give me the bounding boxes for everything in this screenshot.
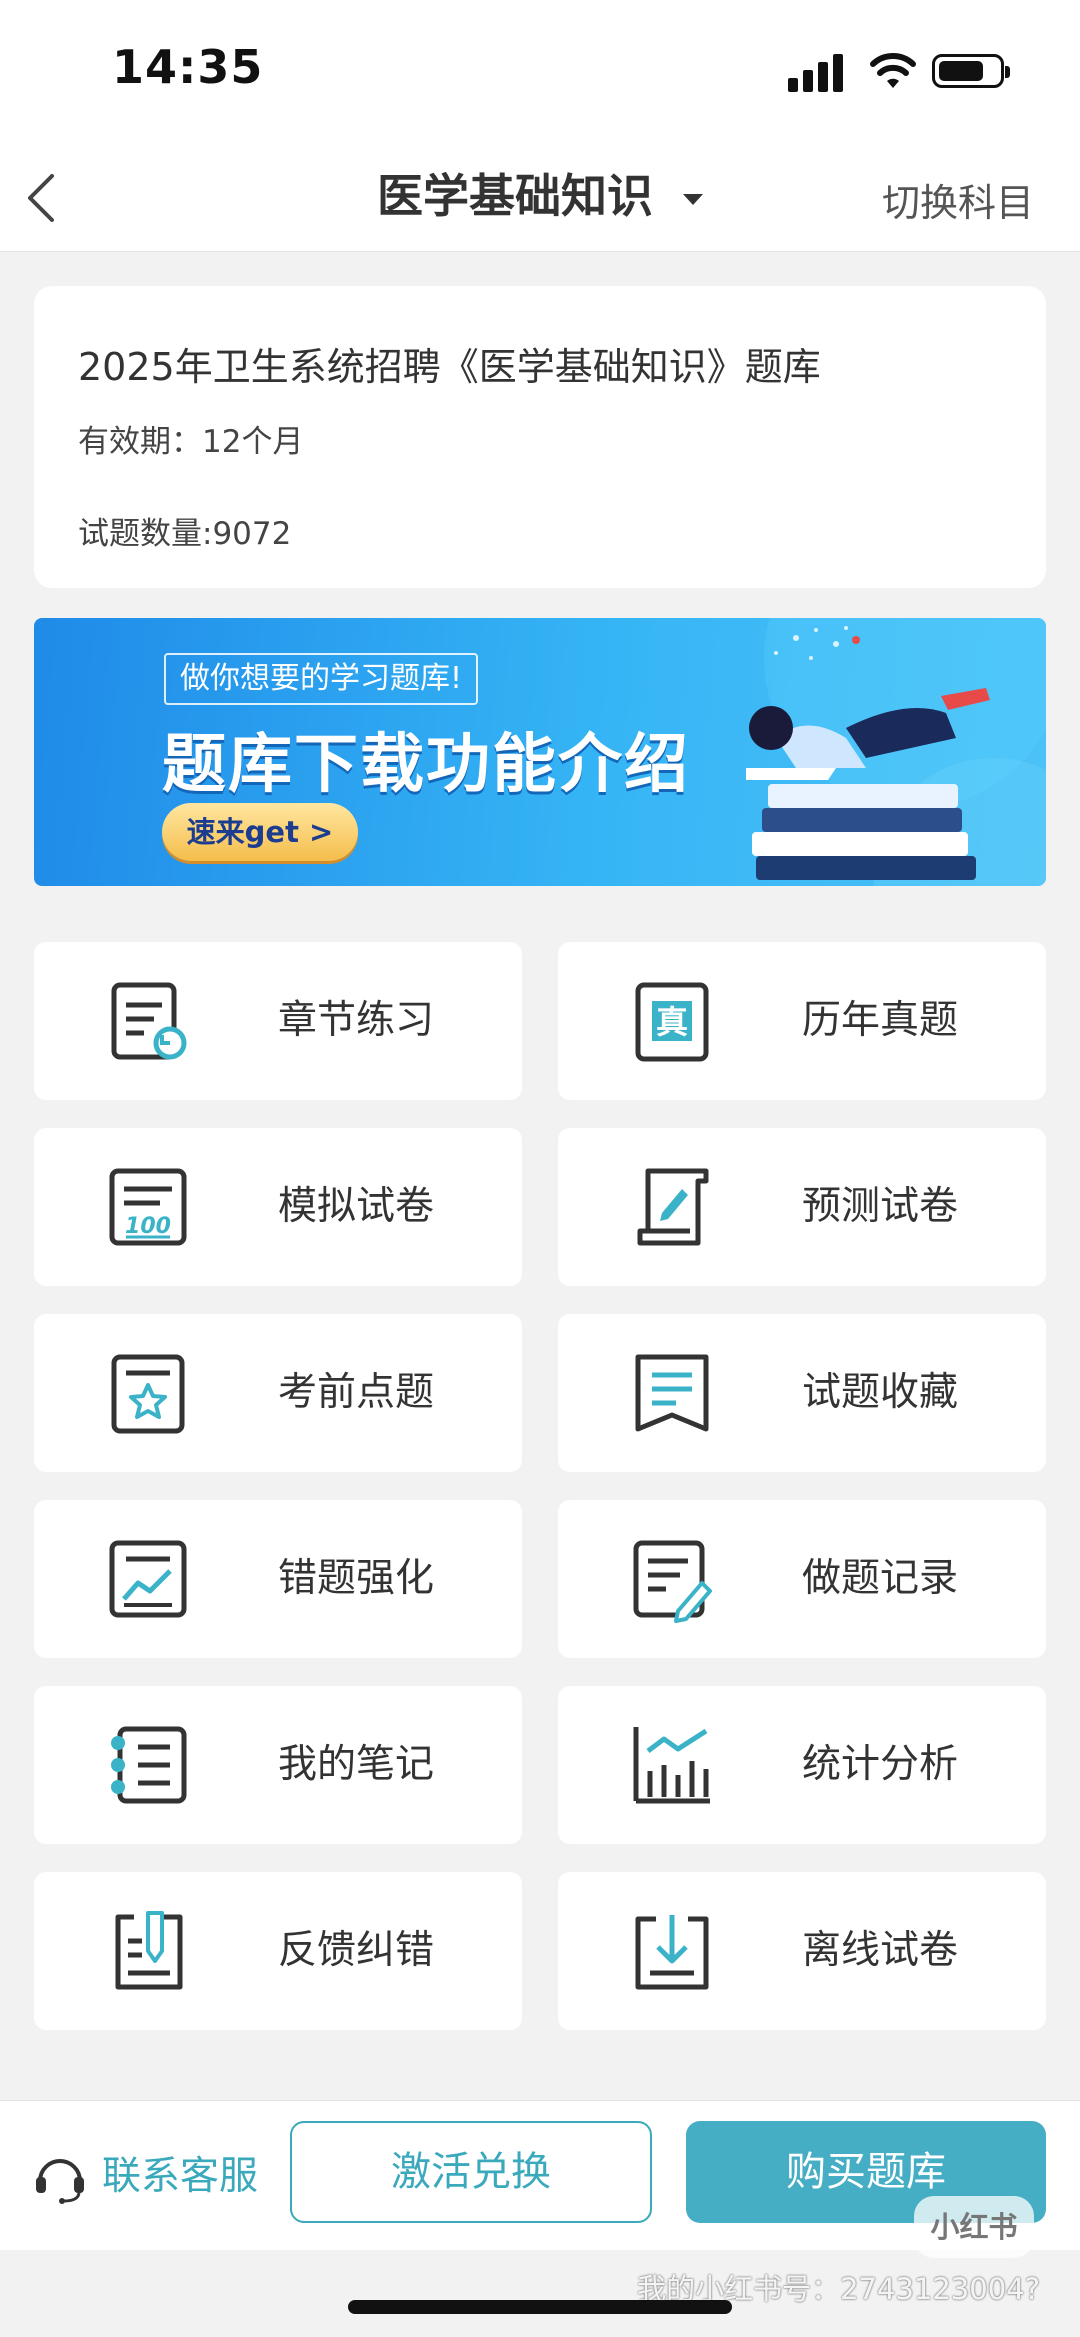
- feature-label: 模拟试卷: [278, 1184, 435, 1229]
- validity-text: 有效期：12个月: [78, 424, 304, 460]
- mock-paper-icon: 100: [109, 1168, 187, 1246]
- question-count-text: 试题数量:9072: [78, 516, 292, 552]
- feature-label: 反馈纠错: [278, 1928, 435, 1973]
- bank-title: 2025年卫生系统招聘《医学基础知识》题库: [78, 345, 821, 389]
- pre-exam-picks-icon: [111, 1354, 185, 1434]
- svg-text:100: 100: [125, 1214, 171, 1239]
- feature-tile[interactable]: 真 历年真题: [558, 942, 1046, 1100]
- feature-tile[interactable]: 反馈纠错: [34, 1872, 522, 2030]
- banner-headline: 题库下载功能介绍: [162, 728, 690, 802]
- cellular-signal-icon: [788, 52, 848, 92]
- chapter-practice-icon: [111, 982, 187, 1060]
- page-title: 医学基础知识: [377, 169, 653, 223]
- caret-down-icon: [683, 194, 703, 205]
- battery-icon: [932, 54, 1010, 88]
- feature-label: 考前点题: [278, 1370, 435, 1415]
- question-bank-card: 2025年卫生系统招聘《医学基础知识》题库 有效期：12个月 试题数量:9072: [34, 286, 1046, 588]
- feature-label: 统计分析: [802, 1742, 959, 1787]
- feature-tile[interactable]: 离线试卷: [558, 1872, 1046, 2030]
- bookmark-icon: [635, 1354, 709, 1432]
- feature-label: 章节练习: [278, 998, 435, 1043]
- banner-tag: 做你想要的学习题库!: [164, 653, 479, 705]
- status-time: 14:35: [112, 40, 264, 94]
- feature-tile[interactable]: 统计分析: [558, 1686, 1046, 1844]
- download-icon: [635, 1915, 709, 1990]
- past-exams-icon: 真: [635, 982, 709, 1062]
- home-indicator[interactable]: [348, 2300, 732, 2314]
- feature-tile[interactable]: 我的笔记: [34, 1686, 522, 1844]
- feedback-icon: [115, 1911, 183, 1990]
- activate-redeem-button[interactable]: 激活兑换: [290, 2121, 652, 2223]
- prediction-paper-icon: [637, 1168, 709, 1246]
- feature-tile[interactable]: 预测试卷: [558, 1128, 1046, 1286]
- notebook-icon: [111, 1726, 187, 1804]
- feature-tile[interactable]: 考前点题: [34, 1314, 522, 1472]
- feature-tile[interactable]: 做题记录: [558, 1500, 1046, 1658]
- feature-label: 我的笔记: [278, 1742, 435, 1787]
- switch-subject-link[interactable]: 切换科目: [882, 172, 1034, 227]
- banner-cta-button[interactable]: 速来get >: [162, 803, 358, 861]
- svg-text:真: 真: [656, 1003, 688, 1041]
- nav-bar: 医学基础知识 切换科目: [0, 140, 1080, 252]
- xiaohongshu-watermark-badge: 小红书: [914, 2196, 1034, 2258]
- record-edit-icon: [633, 1540, 712, 1623]
- feature-tile[interactable]: 试题收藏: [558, 1314, 1046, 1472]
- wifi-icon: [870, 53, 916, 88]
- feature-label: 离线试卷: [802, 1928, 959, 1973]
- feature-label: 试题收藏: [802, 1370, 959, 1415]
- customer-service-link[interactable]: 联系客服: [102, 2149, 258, 2205]
- feature-label: 做题记录: [802, 1556, 959, 1601]
- feature-label: 错题强化: [278, 1556, 435, 1601]
- studying-girl-illustration: [746, 626, 990, 880]
- promo-banner[interactable]: 做你想要的学习题库! 题库下载功能介绍 速来get >: [34, 618, 1046, 886]
- headset-icon[interactable]: [32, 2149, 88, 2205]
- statistics-icon: [633, 1727, 710, 1804]
- feature-tile[interactable]: 错题强化: [34, 1500, 522, 1658]
- feature-tile[interactable]: 章节练习: [34, 942, 522, 1100]
- feature-label: 预测试卷: [802, 1184, 959, 1229]
- feature-tile[interactable]: 100 模拟试卷: [34, 1128, 522, 1286]
- feature-label: 历年真题: [802, 998, 959, 1043]
- mistake-chart-icon: [109, 1540, 187, 1618]
- status-bar: 14:35: [0, 0, 1080, 140]
